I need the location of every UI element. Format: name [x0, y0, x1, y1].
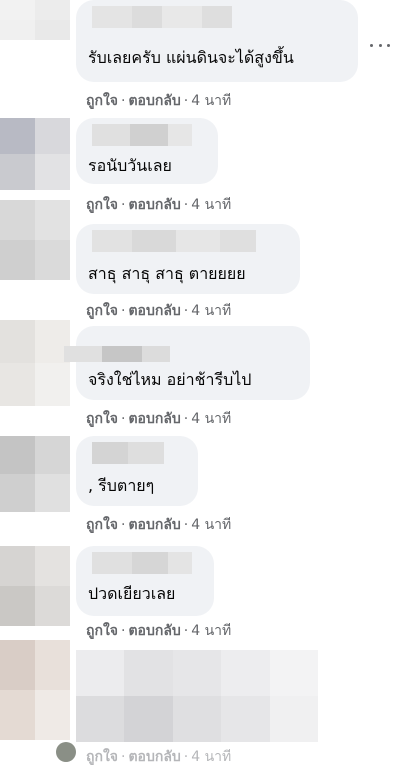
separator: · — [121, 623, 126, 639]
separator: · — [183, 197, 189, 213]
avatar[interactable] — [0, 546, 70, 626]
avatar[interactable] — [0, 0, 70, 40]
avatar[interactable] — [0, 320, 70, 406]
comment-actions: ถูกใจ · ตอบกลับ · 4 นาที — [86, 746, 231, 768]
like-link[interactable]: ถูกใจ — [86, 749, 118, 765]
separator: · — [121, 749, 126, 765]
avatar[interactable] — [0, 118, 70, 190]
separator: · — [121, 411, 126, 427]
like-link[interactable]: ถูกใจ — [86, 303, 118, 319]
like-link[interactable]: ถูกใจ — [86, 93, 118, 109]
comment-actions: ถูกใจ · ตอบกลับ · 4 นาที — [86, 514, 231, 536]
separator: · — [183, 517, 189, 533]
reply-link[interactable]: ตอบกลับ — [128, 623, 180, 639]
comment-text: สาธุ สาธุ สาธุ ตายยยย — [88, 264, 246, 283]
comment-actions: ถูกใจ · ตอบกลับ · 4 นาที — [86, 194, 231, 216]
like-link[interactable]: ถูกใจ — [86, 517, 118, 533]
separator: · — [121, 93, 126, 109]
more-horizontal-icon[interactable] — [370, 40, 390, 50]
avatar[interactable] — [0, 640, 70, 740]
commenter-name[interactable] — [92, 552, 192, 574]
blurred-comment-bubble — [76, 650, 318, 742]
separator: · — [121, 197, 126, 213]
comment-text: ปวดเยียวเลย — [88, 584, 176, 603]
commenter-name[interactable] — [64, 346, 170, 362]
separator: · — [183, 411, 189, 427]
avatar[interactable] — [0, 436, 70, 512]
like-link[interactable]: ถูกใจ — [86, 197, 118, 213]
comment-actions: ถูกใจ · ตอบกลับ · 4 นาที — [86, 620, 231, 642]
separator: · — [183, 623, 189, 639]
comment-bubble: สาธุ สาธุ สาธุ ตายยยย — [76, 224, 300, 294]
comment-actions: ถูกใจ · ตอบกลับ · 4 นาที — [86, 300, 231, 322]
separator: · — [121, 517, 126, 533]
reply-avatar[interactable] — [56, 742, 76, 762]
comment-text: รอนับวันเลย — [88, 156, 172, 175]
commenter-name[interactable] — [92, 230, 256, 252]
like-link[interactable]: ถูกใจ — [86, 623, 118, 639]
comment-bubble: รับเลยครับ แผ่นดินจะได้สูงขึ้น — [76, 0, 358, 82]
timestamp[interactable]: 4 นาที — [191, 93, 231, 109]
timestamp[interactable]: 4 นาที — [191, 411, 231, 427]
timestamp[interactable]: 4 นาที — [191, 303, 231, 319]
commenter-name[interactable] — [92, 124, 192, 146]
reply-link[interactable]: ตอบกลับ — [128, 411, 180, 427]
like-link[interactable]: ถูกใจ — [86, 411, 118, 427]
separator: · — [183, 93, 189, 109]
comment-bubble: ปวดเยียวเลย — [76, 546, 214, 616]
reply-link[interactable]: ตอบกลับ — [128, 749, 180, 765]
comment-text: รับเลยครับ แผ่นดินจะได้สูงขึ้น — [88, 48, 294, 67]
timestamp[interactable]: 4 นาที — [191, 623, 231, 639]
comment-actions: ถูกใจ · ตอบกลับ · 4 นาที — [86, 90, 231, 112]
separator: · — [121, 303, 126, 319]
separator: · — [183, 303, 189, 319]
comment-text: จริงใช่ไหม อย่าช้ารีบไป — [88, 370, 252, 389]
reply-link[interactable]: ตอบกลับ — [128, 303, 180, 319]
comment-bubble: , รีบตายๆ — [76, 436, 198, 506]
separator: · — [183, 749, 189, 765]
timestamp[interactable]: 4 นาที — [191, 749, 231, 765]
comment-text: , รีบตายๆ — [88, 476, 155, 495]
timestamp[interactable]: 4 นาที — [191, 517, 231, 533]
commenter-name[interactable] — [92, 442, 164, 464]
comment-actions: ถูกใจ · ตอบกลับ · 4 นาที — [86, 408, 231, 430]
reply-link[interactable]: ตอบกลับ — [128, 93, 180, 109]
comment-bubble: รอนับวันเลย — [76, 118, 218, 184]
timestamp[interactable]: 4 นาที — [191, 197, 231, 213]
comment-bubble: จริงใช่ไหม อย่าช้ารีบไป — [64, 326, 310, 400]
commenter-name[interactable] — [92, 6, 232, 28]
reply-link[interactable]: ตอบกลับ — [128, 197, 180, 213]
avatar[interactable] — [0, 200, 70, 280]
reply-link[interactable]: ตอบกลับ — [128, 517, 180, 533]
